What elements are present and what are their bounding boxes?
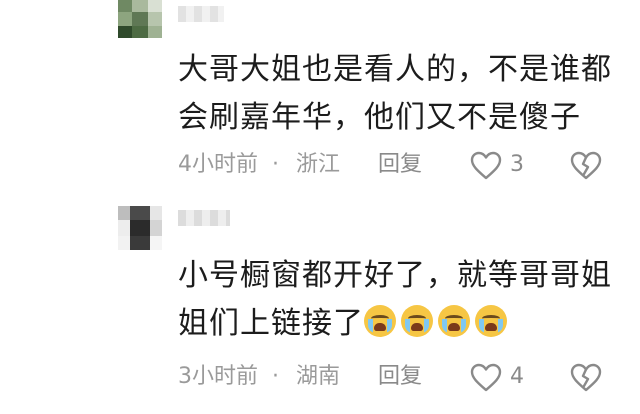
loudly-crying-face-icon — [401, 305, 433, 337]
avatar[interactable] — [118, 0, 162, 38]
comment-location: 湖南 — [296, 364, 341, 389]
avatar-image — [118, 206, 162, 250]
comment-text: 小号橱窗都开好了，就等哥哥姐 姐们上链接了 — [178, 252, 618, 348]
like-count: 4 — [510, 364, 524, 389]
broken-heart-icon — [570, 151, 602, 180]
reply-button[interactable]: 回复 — [378, 150, 422, 180]
username-blurred[interactable] — [178, 6, 224, 22]
comment-item: 大哥大姐也是看人的，不是谁都 会刷嘉年华，他们又不是傻子 4小时前 · 浙江 回… — [0, 0, 640, 200]
heart-outline-icon — [470, 363, 502, 392]
meta-separator: · — [272, 152, 279, 177]
reply-button[interactable]: 回复 — [378, 362, 422, 392]
like-count: 3 — [510, 152, 524, 177]
broken-heart-icon — [570, 363, 602, 392]
dislike-button[interactable] — [570, 151, 602, 190]
comment-location: 浙江 — [296, 152, 341, 177]
comment-text-line: 小号橱窗都开好了，就等哥哥姐 — [178, 258, 612, 293]
meta-separator: · — [272, 364, 279, 389]
comment-text-line: 大哥大姐也是看人的，不是谁都 — [178, 52, 612, 87]
comment-meta: 4小时前 · 浙江 回复 3 — [178, 150, 618, 180]
comment-item: 小号橱窗都开好了，就等哥哥姐 姐们上链接了 3小时前 · 湖南 回复 4 — [0, 200, 640, 414]
avatar-image — [118, 0, 162, 38]
comment-time: 3小时前 — [178, 364, 258, 389]
heart-outline-icon — [470, 151, 502, 180]
comment-meta: 3小时前 · 湖南 回复 4 — [178, 362, 618, 392]
loudly-crying-face-icon — [438, 305, 470, 337]
avatar[interactable] — [118, 206, 162, 250]
comment-text-line: 会刷嘉年华，他们又不是傻子 — [178, 100, 581, 135]
dislike-button[interactable] — [570, 363, 602, 402]
comment-text: 大哥大姐也是看人的，不是谁都 会刷嘉年华，他们又不是傻子 — [178, 46, 618, 142]
comment-text-segment: 姐们上链接了 — [178, 306, 364, 341]
loudly-crying-face-icon — [475, 305, 507, 337]
comment-time: 4小时前 — [178, 152, 258, 177]
loudly-crying-face-icon — [364, 305, 396, 337]
username-blurred[interactable] — [178, 210, 230, 226]
comment-text-line: 姐们上链接了 — [178, 300, 618, 348]
